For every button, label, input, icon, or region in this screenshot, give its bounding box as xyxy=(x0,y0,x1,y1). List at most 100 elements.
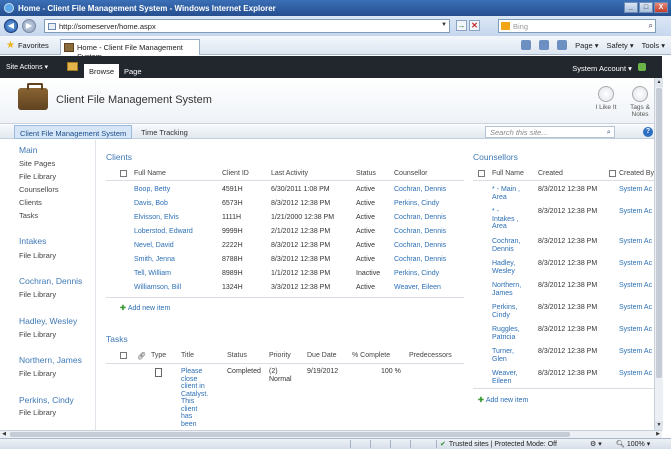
client-name[interactable]: Tell, William xyxy=(134,270,171,277)
security-zone[interactable]: ✔ Trusted sites | Protected Mode: Off xyxy=(440,440,557,448)
counsellor-name[interactable]: Weaver, Eileen xyxy=(492,370,518,385)
col-due-date[interactable]: Due Date xyxy=(307,352,337,359)
folder-icon[interactable] xyxy=(67,62,78,71)
created-by[interactable]: System Ac xyxy=(619,304,652,311)
col-percent-complete[interactable]: % Complete xyxy=(352,352,390,359)
client-name[interactable]: Davis, Bob xyxy=(134,200,168,207)
counsellor-name[interactable]: * - Intakes , Area xyxy=(492,208,518,231)
counsellor[interactable]: Cochran, Dennis xyxy=(394,186,446,193)
created-by[interactable]: System Ac xyxy=(619,238,652,245)
nav-item-clients[interactable]: Clients xyxy=(19,198,42,207)
nav-heading-cochran[interactable]: Cochran, Dennis xyxy=(19,276,82,286)
search-icon[interactable]: ⌕ xyxy=(649,21,653,31)
topnav-home[interactable]: Client File Management System xyxy=(14,125,133,139)
page-menu[interactable]: Page ▾ xyxy=(575,41,598,50)
back-button[interactable]: ◀ xyxy=(4,19,18,33)
counsellor-name[interactable]: Ruggles, Patricia xyxy=(492,326,520,341)
counsellor-name[interactable]: Cochran, Dennis xyxy=(492,238,520,253)
scroll-down-icon[interactable]: ▼ xyxy=(655,421,663,430)
counsellor-name[interactable]: Perkins, Cindy xyxy=(492,304,517,319)
created-by[interactable]: System Ac xyxy=(619,186,652,193)
minimize-button[interactable]: _ xyxy=(624,2,638,13)
counsellor-name[interactable]: Hadley, Wesley xyxy=(492,260,515,275)
client-name[interactable]: Nevel, David xyxy=(134,242,174,249)
select-all-checkbox[interactable] xyxy=(478,170,485,177)
col-type[interactable]: Type xyxy=(151,352,166,359)
counsellor[interactable]: Weaver, Eileen xyxy=(394,284,441,291)
feeds-icon[interactable] xyxy=(539,40,550,50)
counsellor[interactable]: Cochran, Dennis xyxy=(394,242,446,249)
account-menu[interactable]: System Account ▾ xyxy=(572,63,646,73)
counsellor[interactable]: Cochran, Dennis xyxy=(394,214,446,221)
created-by[interactable]: System Ac xyxy=(619,282,652,289)
home-icon[interactable] xyxy=(521,40,532,50)
tab-browse[interactable]: Browse xyxy=(84,64,120,78)
clients-title[interactable]: Clients xyxy=(106,152,132,162)
nav-item-site-pages[interactable]: Site Pages xyxy=(19,159,55,168)
nav-heading-intakes[interactable]: Intakes xyxy=(19,236,46,246)
col-status[interactable]: Status xyxy=(227,352,247,359)
tags-notes-button[interactable]: Tags & Notes xyxy=(628,86,652,118)
nav-item-counsellors[interactable]: Counsellors xyxy=(19,185,59,194)
counsellors-add-new-item[interactable]: ✚ Add new item xyxy=(478,396,528,404)
nav-heading-main[interactable]: Main xyxy=(19,145,37,155)
scroll-thumb[interactable] xyxy=(656,88,662,378)
i-like-it-button[interactable]: I Like It xyxy=(594,86,618,118)
col-full-name[interactable]: Full Name xyxy=(134,170,166,177)
help-icon[interactable]: ? xyxy=(643,127,653,137)
tools-menu[interactable]: Tools ▾ xyxy=(642,41,665,50)
client-name[interactable]: Boop, Betty xyxy=(134,186,170,193)
nav-heading-perkins[interactable]: Perkins, Cindy xyxy=(19,395,74,405)
favorites-button[interactable]: ★ Favorites xyxy=(6,40,49,51)
created-by[interactable]: System Ac xyxy=(619,208,652,215)
close-button[interactable]: X xyxy=(654,2,668,13)
nav-item-file-library[interactable]: File Library xyxy=(19,172,56,181)
select-all-checkbox[interactable] xyxy=(120,352,127,359)
chevron-down-icon[interactable]: ▼ xyxy=(441,22,447,28)
nav-item-tasks[interactable]: Tasks xyxy=(19,211,38,220)
nav-item-file-library[interactable]: File Library xyxy=(19,330,56,339)
counsellor[interactable]: Cochran, Dennis xyxy=(394,228,446,235)
site-actions-menu[interactable]: Site Actions ▾ xyxy=(6,63,48,71)
safety-menu[interactable]: Safety ▾ xyxy=(607,41,634,50)
site-search-input[interactable]: Search this site... ⌕ xyxy=(485,126,615,138)
forward-button[interactable]: ▶ xyxy=(22,19,36,33)
scroll-up-icon[interactable]: ▲ xyxy=(655,78,663,87)
col-full-name[interactable]: Full Name xyxy=(492,170,524,177)
nav-heading-hadley[interactable]: Hadley, Wesley xyxy=(19,316,77,326)
counsellor[interactable]: Perkins, Cindy xyxy=(394,200,439,207)
stop-button[interactable]: ✕ xyxy=(469,20,480,31)
nav-item-file-library[interactable]: File Library xyxy=(19,408,56,417)
created-by[interactable]: System Ac xyxy=(619,326,652,333)
nav-item-file-library[interactable]: File Library xyxy=(19,290,56,299)
horizontal-scrollbar[interactable]: ◀ ▶ xyxy=(0,430,662,438)
col-client-id[interactable]: Client ID xyxy=(222,170,249,177)
scroll-right-icon[interactable]: ▶ xyxy=(654,431,662,438)
browser-tab[interactable]: Home - Client File Management System xyxy=(60,39,200,61)
counsellor-name[interactable]: Northern, James xyxy=(492,282,521,297)
nav-item-file-library[interactable]: File Library xyxy=(19,251,56,260)
clients-add-new-item[interactable]: ✚ Add new item xyxy=(120,304,170,312)
col-priority[interactable]: Priority xyxy=(269,352,291,359)
search-input[interactable]: Bing ⌕ xyxy=(498,19,656,33)
created-by-checkbox[interactable] xyxy=(609,170,616,177)
shield-icon[interactable]: ⚙ ▾ xyxy=(590,440,602,448)
col-last-activity[interactable]: Last Activity xyxy=(271,170,308,177)
tab-page[interactable]: Page xyxy=(124,67,142,76)
scroll-thumb[interactable] xyxy=(10,432,570,437)
url-input[interactable]: http://someserver/home.aspx ▼ xyxy=(44,19,450,33)
go-button[interactable]: → xyxy=(456,20,467,31)
client-name[interactable]: Loberstod, Edward xyxy=(134,228,193,235)
col-counsellor[interactable]: Counsellor xyxy=(394,170,427,177)
counsellor[interactable]: Cochran, Dennis xyxy=(394,256,446,263)
client-name[interactable]: Elvisson, Elvis xyxy=(134,214,179,221)
client-name[interactable]: Williamson, Bill xyxy=(134,284,181,291)
select-all-checkbox[interactable] xyxy=(120,170,127,177)
topnav-time-tracking[interactable]: Time Tracking xyxy=(141,128,188,137)
client-name[interactable]: Smith, Jenna xyxy=(134,256,175,263)
maximize-button[interactable]: □ xyxy=(639,2,653,13)
task-title[interactable]: Please close client in Catalyst. This cl… xyxy=(181,368,208,428)
col-predecessors[interactable]: Predecessors xyxy=(409,352,452,359)
counsellors-title[interactable]: Counsellors xyxy=(473,152,518,162)
vertical-scrollbar[interactable]: ▲ ▼ xyxy=(654,78,663,430)
